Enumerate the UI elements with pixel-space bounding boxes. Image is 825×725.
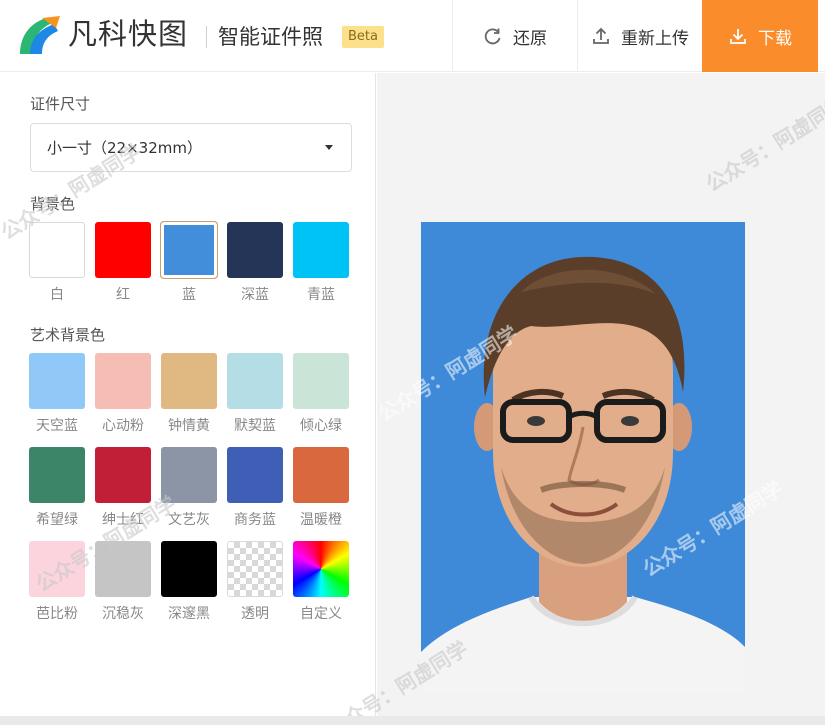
color-swatch[interactable] (161, 541, 217, 597)
window-bottom-edge (0, 716, 825, 725)
color-swatch-label: 绅士红 (102, 512, 144, 528)
header-divider (206, 26, 207, 48)
color-swatch-label: 自定义 (300, 606, 342, 622)
portrait-image (421, 256, 745, 693)
color-swatch-label: 默契蓝 (234, 418, 276, 434)
color-swatch-label: 倾心绿 (300, 418, 342, 434)
color-swatch[interactable] (29, 447, 85, 503)
color-swatch-label: 钟情黄 (168, 418, 210, 434)
color-swatch[interactable] (227, 353, 283, 409)
color-swatch[interactable] (160, 221, 218, 279)
size-select[interactable]: 小一寸（22×32mm） (30, 123, 352, 172)
watermark-text: 公众号：阿虚同学 (701, 91, 825, 197)
color-swatch[interactable] (227, 541, 283, 597)
color-swatch-label: 商务蓝 (234, 512, 276, 528)
restore-label: 还原 (513, 28, 547, 49)
brand-name: 凡科快图 (68, 17, 189, 51)
bg-section-label: 背景色 (30, 195, 76, 213)
color-swatch[interactable] (161, 353, 217, 409)
download-icon (730, 29, 746, 44)
color-swatch[interactable] (227, 447, 283, 503)
dropdown-caret-icon (325, 145, 333, 150)
color-swatch[interactable] (293, 447, 349, 503)
color-swatch[interactable] (95, 222, 151, 278)
reupload-button[interactable]: 重新上传 (577, 0, 702, 72)
color-swatch-label: 心动粉 (102, 418, 144, 434)
app-header: 凡科快图 智能证件照 Beta 还原 重新上传 下载 (0, 0, 825, 72)
color-swatch[interactable] (29, 222, 85, 278)
product-title: 智能证件照 (218, 25, 323, 49)
restore-icon (484, 28, 501, 45)
color-swatch-label: 青蓝 (307, 287, 335, 303)
color-swatch-label: 芭比粉 (36, 606, 78, 622)
art-bg-section-label: 艺术背景色 (30, 326, 106, 344)
size-select-value: 小一寸（22×32mm） (47, 139, 202, 157)
color-swatch-label: 沉稳灰 (102, 606, 144, 622)
color-swatch-label: 红 (116, 287, 130, 303)
color-swatch-label: 希望绿 (36, 512, 78, 528)
size-section-label: 证件尺寸 (30, 95, 91, 113)
reupload-label: 重新上传 (621, 28, 689, 49)
color-swatch-label: 文艺灰 (168, 512, 210, 528)
color-swatch-label: 天空蓝 (36, 418, 78, 434)
preview-area: 公众号：阿虚同学 公众号：阿虚同学 公众号：阿虚同学 公众号：阿虚同学 (324, 73, 825, 725)
beta-badge: Beta (342, 26, 384, 48)
color-swatch[interactable] (227, 222, 283, 278)
download-label: 下载 (758, 28, 792, 49)
color-swatch[interactable] (161, 447, 217, 503)
download-button[interactable]: 下载 (702, 0, 818, 72)
color-swatch[interactable] (29, 353, 85, 409)
id-photo-preview (421, 222, 745, 693)
color-swatch[interactable] (293, 541, 349, 597)
color-swatch[interactable] (293, 353, 349, 409)
settings-panel: 证件尺寸 小一寸（22×32mm） 背景色 白 红 蓝 深蓝 青蓝 艺术背景色 天空蓝 心… (0, 73, 376, 725)
fanke-logo (20, 16, 60, 54)
color-swatch-label: 白 (50, 287, 64, 303)
color-swatch-label: 透明 (241, 606, 269, 622)
color-swatch[interactable] (293, 222, 349, 278)
color-swatch-label: 深邃黑 (168, 606, 210, 622)
color-swatch-label: 蓝 (182, 287, 196, 303)
restore-button[interactable]: 还原 (452, 0, 577, 72)
upload-icon (593, 27, 609, 44)
color-swatch[interactable] (29, 541, 85, 597)
color-swatch[interactable] (95, 541, 151, 597)
color-swatch[interactable] (95, 353, 151, 409)
color-swatch-label: 温暖橙 (300, 512, 342, 528)
color-swatch[interactable] (95, 447, 151, 503)
color-swatch-label: 深蓝 (241, 287, 269, 303)
